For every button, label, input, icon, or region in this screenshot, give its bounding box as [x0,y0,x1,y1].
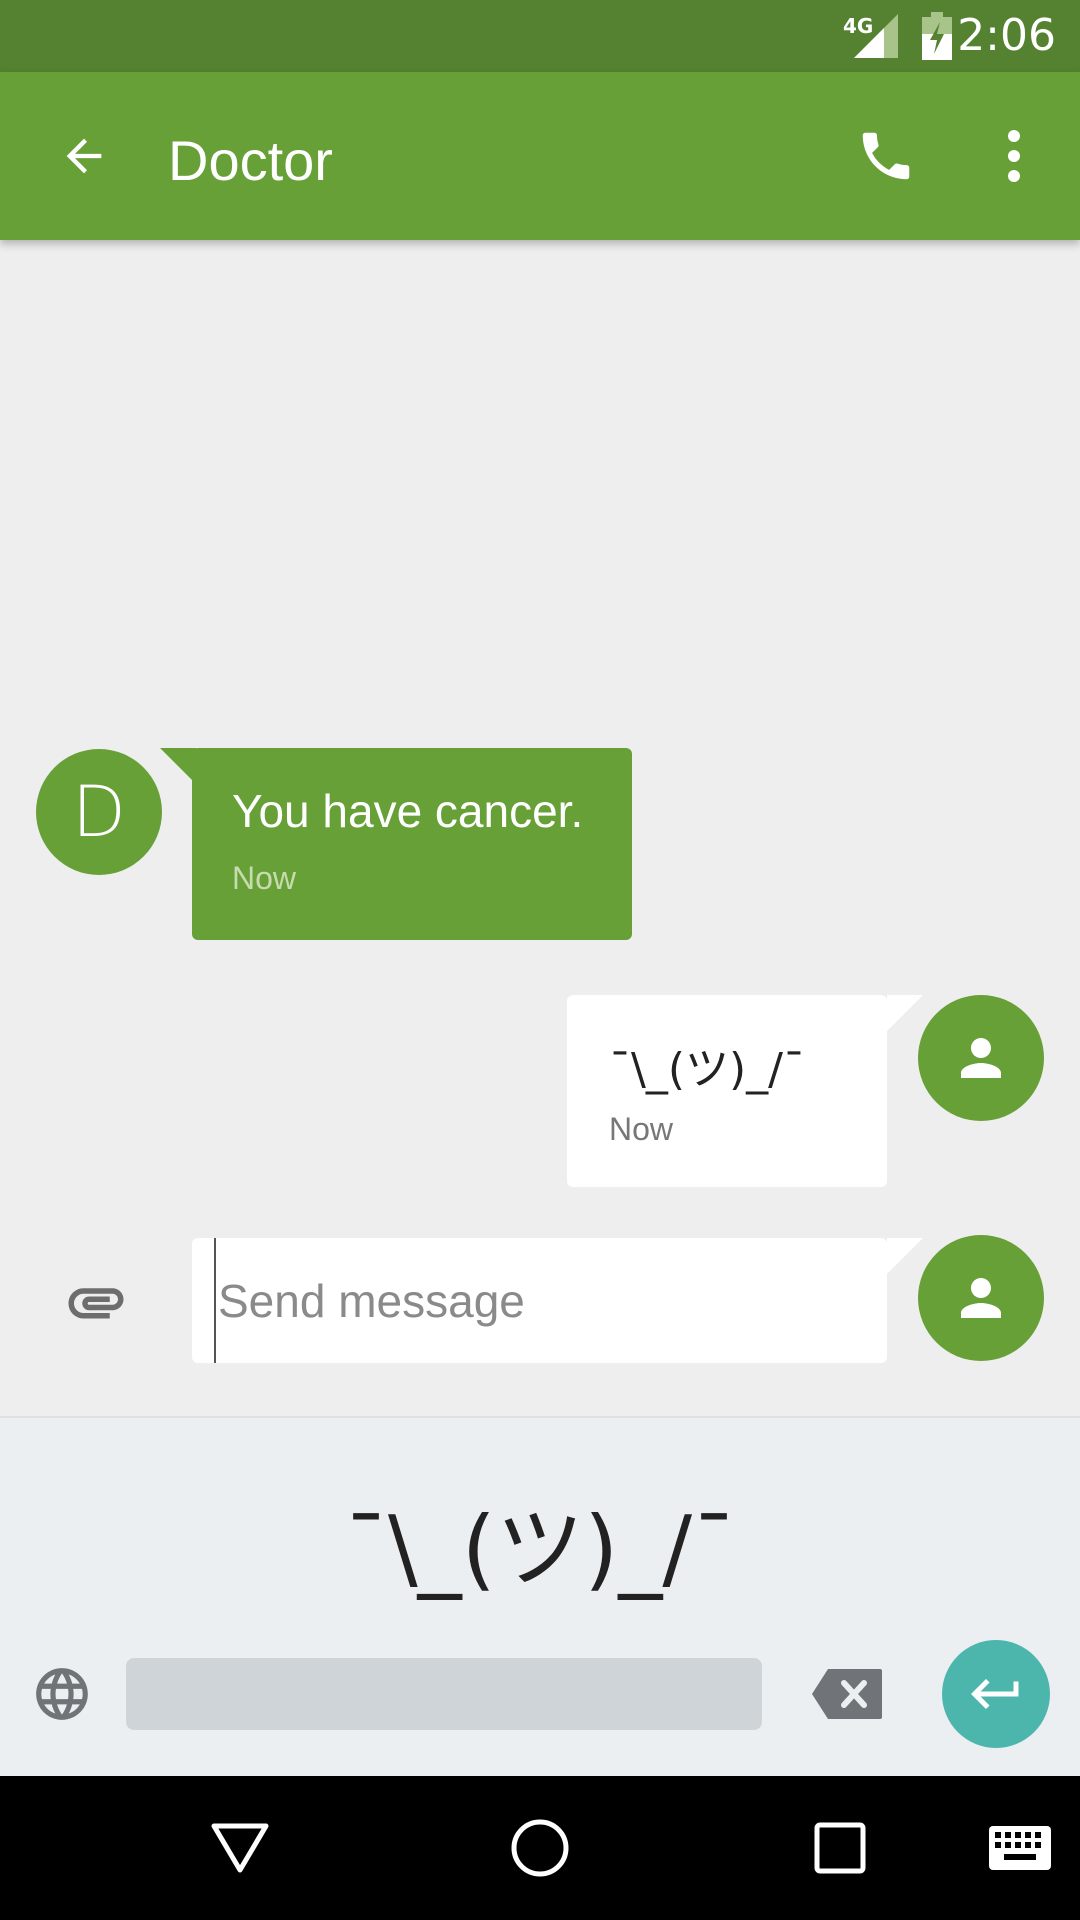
incoming-message-bubble[interactable]: You have cancer. Now [192,748,632,940]
globe-icon [36,1668,88,1720]
more-options-button[interactable] [978,120,1050,192]
phone-icon [862,132,910,180]
incoming-bubble-tail [160,748,196,784]
back-button[interactable] [48,120,120,192]
self-avatar[interactable] [918,995,1044,1121]
status-bar: 4G 2:06 [0,0,1080,72]
person-icon [961,1278,1001,1318]
send-as-button[interactable] [918,1235,1044,1361]
home-nav-button[interactable] [500,1808,580,1888]
keyboard: ¯\_(ツ)_/¯ [0,1416,1080,1778]
compose-bubble-tail [887,1238,923,1274]
keyboard-icon [989,1826,1051,1870]
backspace-icon [812,1669,882,1719]
message-input[interactable] [214,1238,868,1363]
status-time: 2:06 [957,10,1056,61]
recents-nav-button[interactable] [800,1808,880,1888]
outgoing-message-bubble[interactable]: ¯\_(ツ)_/¯ Now [567,995,887,1187]
enter-key[interactable] [942,1640,1050,1748]
enter-icon [971,1679,1019,1709]
person-icon [961,1038,1001,1078]
more-vert-icon [1008,130,1020,182]
attach-button[interactable] [54,1262,138,1342]
message-text: You have cancer. [232,785,584,837]
keyboard-switch-button[interactable] [982,1816,1058,1880]
contact-title: Doctor [168,129,333,192]
compose-field-container [192,1238,887,1363]
back-arrow-icon [66,138,102,174]
call-button[interactable] [850,120,922,192]
avatar-letter: D [72,771,126,853]
kaomoji-suggestion[interactable]: ¯\_(ツ)_/¯ [0,1478,1080,1605]
contact-avatar[interactable]: D [36,749,162,875]
space-key[interactable] [126,1658,762,1730]
battery-charging-icon [922,12,952,60]
message-text: ¯\_(ツ)_/¯ [609,1044,805,1095]
back-nav-button[interactable] [200,1808,280,1888]
app-bar: Doctor [0,72,1080,240]
language-button[interactable] [24,1658,100,1730]
back-nav-icon [211,1823,269,1873]
paperclip-icon [68,1288,124,1319]
signal-icon [854,14,898,58]
recents-nav-icon [814,1822,866,1874]
delete-key[interactable] [806,1658,888,1730]
outgoing-bubble-tail [887,995,923,1031]
navigation-bar [0,1776,1080,1920]
message-timestamp: Now [609,1111,674,1147]
home-nav-icon [511,1819,569,1877]
message-timestamp: Now [232,860,297,896]
